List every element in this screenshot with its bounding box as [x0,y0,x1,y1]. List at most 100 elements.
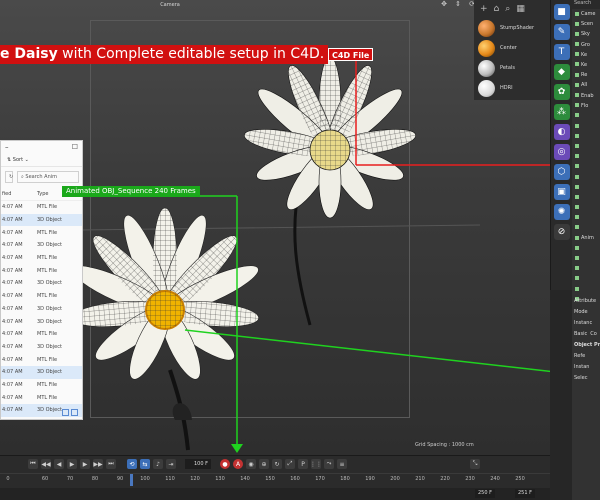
range-bar[interactable]: 250 F 251 F [0,488,550,500]
object-row[interactable] [572,284,600,294]
object-row[interactable] [572,111,600,121]
instance-mode-field[interactable]: Instan [572,362,600,373]
object-row[interactable]: Ke [572,50,600,60]
object-row[interactable]: Scen [572,19,600,29]
tab-coord[interactable]: Co [590,329,597,340]
timeline-icon[interactable]: ≡ [337,459,347,469]
file-row[interactable]: 4:07 AM 3D Object [1,315,82,328]
object-row[interactable]: Enab [572,91,600,101]
file-row[interactable]: 4:07 AM MTL File [1,201,82,214]
keyframe-selection-icon[interactable]: ◉ [246,459,256,469]
object-row[interactable] [572,192,600,202]
frame-ruler[interactable]: 0 60 70 80 90 100 110 120 130 140 150 160 170 180 190… [0,473,550,486]
mode-menu[interactable]: Mode [572,307,600,318]
object-row[interactable] [572,213,600,223]
tab-basic[interactable]: Basic [574,329,587,340]
subdivision-tool-icon[interactable]: ◆ [553,64,570,80]
array-tool-icon[interactable]: ⁂ [553,104,570,120]
prev-frame-icon[interactable]: ◀ [54,459,64,469]
object-row[interactable] [572,223,600,233]
object-row[interactable] [572,182,600,192]
object-row[interactable]: All [572,80,600,90]
select-button[interactable]: Selec [572,373,600,384]
maximize-icon[interactable]: ☐ [72,143,78,151]
playhead[interactable] [130,474,133,486]
interpolation-icon[interactable]: ⤳ [324,459,334,469]
object-row[interactable] [572,243,600,253]
file-row[interactable]: 4:07 AM 3D Object [1,303,82,316]
cube-tool-icon[interactable]: ■ [553,4,570,20]
file-row[interactable]: 4:07 AM MTL File [1,264,82,277]
field-tool-icon[interactable]: ◎ [553,144,570,160]
tiles-view-icon[interactable] [71,409,78,416]
file-row[interactable]: 4:07 AM MTL File [1,379,82,392]
material-item[interactable]: Petals [474,58,550,78]
object-row[interactable]: Sky [572,29,600,39]
sort-button[interactable]: ⇅ Sort ⌄ [1,153,82,167]
file-row[interactable]: 4:07 AM 3D Object [1,341,82,354]
file-row[interactable]: 4:07 AM MTL File [1,353,82,366]
pla-key-icon[interactable]: ⋮⋮ [310,459,322,469]
tag-icon[interactable]: ⌂ [494,4,500,14]
go-to-start-icon[interactable]: ⏮ [28,459,38,469]
object-row[interactable] [572,162,600,172]
file-row[interactable]: 4:07 AM MTL File [1,328,82,341]
file-row[interactable]: 4:07 AM 3D Object [1,277,82,290]
col-date-modified[interactable]: fied [1,191,37,197]
object-row[interactable] [572,172,600,182]
object-search[interactable]: Search [572,0,600,9]
minimize-icon[interactable]: – [5,143,9,151]
play-icon[interactable]: ▶ [67,459,77,469]
material-item[interactable]: HDRI [474,78,550,98]
loop-icon[interactable]: ⟲ [127,459,137,469]
expand-timeline-icon[interactable]: ⤡ [470,459,480,469]
rotation-key-icon[interactable]: ↻ [272,459,282,469]
step-icon[interactable]: ⇥ [166,459,176,469]
object-row[interactable] [572,152,600,162]
file-row[interactable]: 4:07 AM MTL File [1,226,82,239]
object-row[interactable] [572,274,600,284]
light-tool-icon[interactable]: ✺ [553,204,570,220]
object-row[interactable]: Ke [572,60,600,70]
max-frame-field[interactable]: 251 F [515,489,536,498]
scale-key-icon[interactable]: ⤢ [285,459,295,469]
object-row[interactable]: Re [572,70,600,80]
refresh-icon[interactable]: ↻ [5,171,13,183]
camera-tool-icon[interactable]: ▣ [553,184,570,200]
text-tool-icon[interactable]: T [553,44,570,60]
details-view-icon[interactable] [62,409,69,416]
attributes-tab[interactable]: Attribute [572,296,600,307]
file-row[interactable]: 4:07 AM 3D Object [1,239,82,252]
file-row[interactable]: 4:07 AM 3D Object [1,213,82,227]
material-item[interactable]: Center [474,38,550,58]
object-row[interactable] [572,141,600,151]
next-key-icon[interactable]: ▶▶ [93,459,103,469]
next-frame-icon[interactable]: ▶ [80,459,90,469]
prev-key-icon[interactable]: ◀◀ [41,459,51,469]
material-search-icon[interactable]: ⌕ [505,4,510,14]
object-row[interactable] [572,203,600,213]
position-key-icon[interactable]: ⊕ [259,459,269,469]
scene-tool-icon[interactable]: ⬡ [553,164,570,180]
reference-field[interactable]: Refe [572,351,600,362]
sound-icon[interactable]: ♪ [153,459,163,469]
autokey-icon[interactable]: A [233,459,243,469]
file-row[interactable]: 4:07 AM MTL File [1,391,82,404]
object-row[interactable]: Flo [572,101,600,111]
cloner-tool-icon[interactable]: ✿ [553,84,570,100]
current-frame-field[interactable]: 100 F [185,459,211,469]
fps-icon[interactable]: ⇆ [140,459,150,469]
object-row[interactable]: Anim [572,233,600,243]
file-row[interactable]: 4:07 AM MTL File [1,252,82,265]
object-row[interactable]: Gro [572,40,600,50]
add-material-icon[interactable]: + [480,4,488,14]
file-row[interactable]: 4:07 AM 3D Object [1,365,82,379]
material-item[interactable]: StumpShader [474,18,550,38]
go-to-end-icon[interactable]: ⏭ [106,459,116,469]
paint-tool-icon[interactable]: ⊘ [553,224,570,240]
object-row[interactable] [572,264,600,274]
param-key-icon[interactable]: P [298,459,308,469]
object-row[interactable] [572,254,600,264]
pen-tool-icon[interactable]: ✎ [553,24,570,40]
object-row[interactable] [572,121,600,131]
